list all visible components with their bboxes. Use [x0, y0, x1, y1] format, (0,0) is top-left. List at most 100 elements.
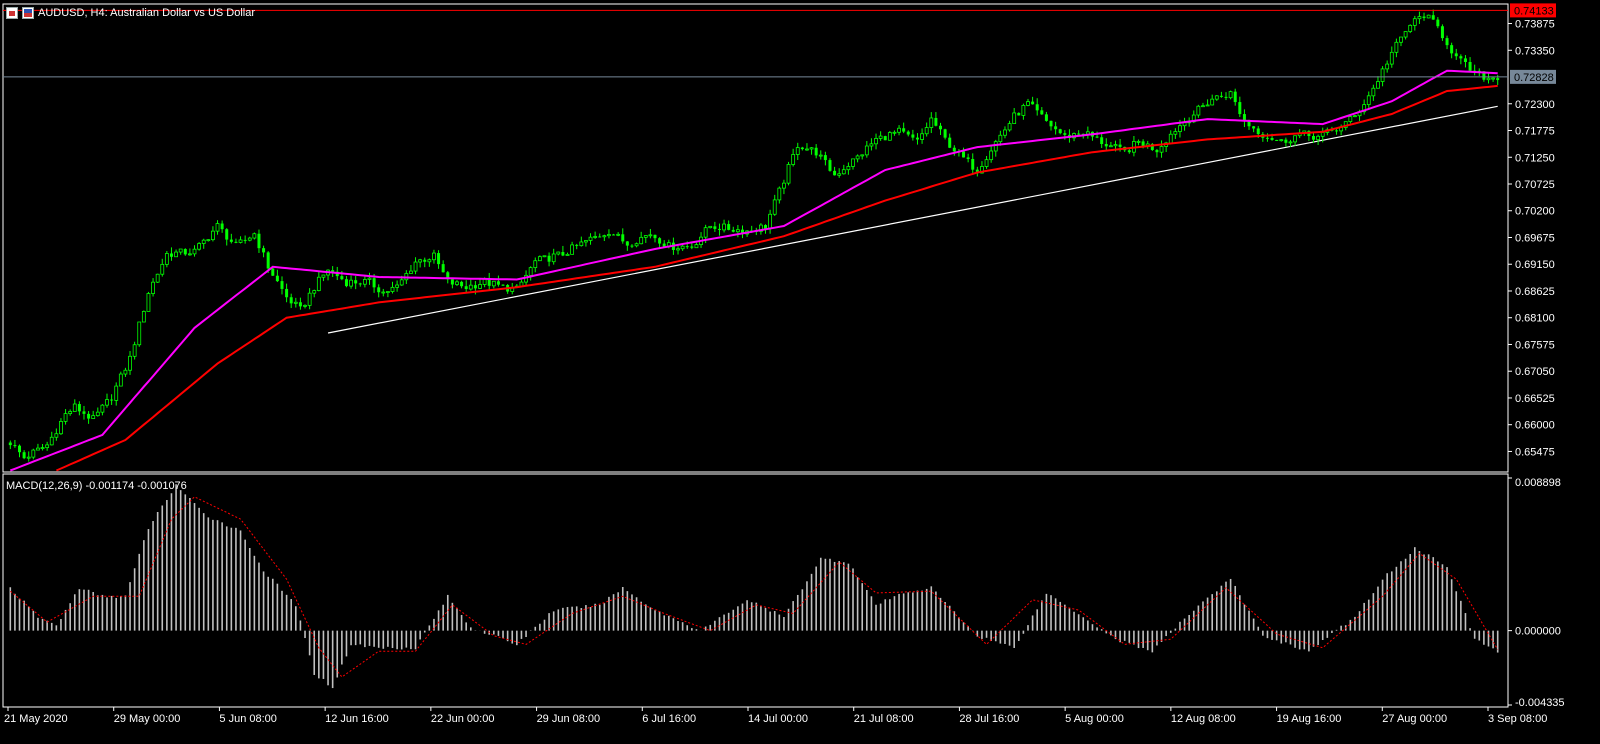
candle-body-bear	[547, 255, 551, 262]
candle-body-bull	[128, 355, 132, 371]
candle-body-bull	[708, 225, 713, 229]
candle-body-bull	[164, 253, 169, 265]
chart-window-icon[interactable]	[6, 7, 18, 19]
candle-body-bear	[621, 234, 625, 242]
candle-body-bear	[1035, 104, 1039, 111]
time-axis-label: 21 May 2020	[4, 713, 68, 725]
candle-body-bear	[1496, 78, 1500, 81]
candle-body-bear	[1247, 121, 1251, 127]
candle-body-bear	[243, 239, 247, 241]
candle-body-bull	[1403, 31, 1408, 38]
candle-body-bull	[478, 284, 482, 289]
candle-body-bull	[54, 433, 59, 438]
candle-body-bull	[114, 385, 119, 401]
candle-body-bull	[1385, 63, 1390, 70]
candle-body-bull	[206, 239, 211, 242]
candle-body-bear	[1270, 137, 1274, 140]
candle-body-bear	[87, 413, 91, 419]
candle[interactable]	[252, 232, 257, 240]
price-axis-label: 0.69150	[1515, 259, 1555, 271]
candle-body-bear	[1275, 139, 1279, 141]
candle[interactable]	[887, 131, 892, 141]
candle[interactable]	[1408, 24, 1413, 34]
candle[interactable]	[1426, 14, 1431, 19]
candle-body-bull	[1316, 135, 1321, 141]
candle[interactable]	[146, 291, 151, 312]
candle-body-bear	[653, 234, 657, 239]
candle-body-bear	[1155, 149, 1159, 153]
candle-body-bear	[902, 128, 906, 132]
candle-body-bull	[795, 147, 800, 155]
time-axis-label: 5 Aug 00:00	[1065, 713, 1124, 725]
candle[interactable]	[137, 321, 142, 347]
candle[interactable]	[155, 273, 160, 283]
candle[interactable]	[1275, 139, 1279, 141]
price-axis-label: 0.68100	[1515, 313, 1555, 325]
chart-canvas[interactable]: 0.73875 0.73350 0.72300 0.71775 0.71250 0.707…	[0, 0, 1600, 744]
candle-body-bull	[36, 447, 40, 451]
time-axis-label: 5 Jun 08:00	[219, 713, 277, 725]
price-axis-label: 0.67575	[1515, 339, 1555, 351]
candle-body-bull	[1348, 116, 1353, 123]
candle[interactable]	[828, 158, 832, 172]
candle-body-bull	[1201, 105, 1205, 108]
candle-body-bear	[18, 445, 22, 453]
candle-body-bull	[26, 456, 31, 459]
candle-body-bull	[1178, 125, 1182, 132]
candle-body-bear	[377, 287, 381, 293]
candle-body-bull	[132, 344, 137, 357]
candle-body-bear	[225, 229, 229, 240]
candle-body-bull	[851, 158, 855, 167]
candle-body-bear	[82, 411, 86, 414]
candle[interactable]	[542, 255, 547, 258]
candle[interactable]	[141, 310, 146, 323]
candle-body-bull	[49, 436, 54, 446]
candle[interactable]	[1150, 142, 1154, 151]
bid-price-tag-text: 0.72828	[1514, 72, 1554, 84]
candle-body-bear	[501, 284, 505, 286]
candle-body-bull	[570, 244, 575, 255]
price-axis-label: 0.72300	[1515, 99, 1555, 111]
candle-body-bull	[694, 244, 699, 249]
candle-body-bull	[1228, 91, 1233, 99]
candle-body-bear	[717, 228, 721, 230]
candle-body-bull	[1007, 123, 1012, 131]
candle-body-bull	[105, 399, 109, 406]
candle-body-bull	[303, 304, 307, 307]
candle-body-bull	[45, 444, 50, 448]
candle[interactable]	[883, 135, 887, 141]
candle-body-bear	[460, 281, 464, 287]
candle-body-bull	[1394, 41, 1399, 53]
candle[interactable]	[786, 161, 791, 186]
price-axis-label: 0.70725	[1515, 179, 1555, 191]
indicator-axis-label: -0.004335	[1515, 697, 1565, 709]
candle-body-bear	[358, 283, 362, 285]
candle-body-bear	[437, 253, 441, 265]
candle-body-bull	[390, 286, 395, 292]
candle-body-bull	[468, 284, 473, 290]
candle-body-bear	[939, 125, 942, 130]
candle-body-bull	[1173, 131, 1178, 135]
candle-body-bear	[77, 404, 81, 412]
candle-body-bull	[805, 148, 809, 151]
currency-flag-icon	[22, 7, 34, 19]
candle-body-bull	[924, 127, 929, 135]
candle-body-bull	[155, 273, 160, 283]
candle-body-bull	[782, 182, 786, 189]
candle[interactable]	[118, 371, 123, 387]
candle-body-bull	[211, 230, 215, 241]
candle-body-bear	[234, 241, 238, 243]
candle-body-bear	[1100, 137, 1104, 144]
candle-body-bull	[1012, 112, 1017, 125]
candle-body-bull	[123, 369, 128, 375]
candle[interactable]	[1228, 90, 1233, 100]
macd-indicator-label: MACD(12,26,9) -0.001174 -0.001076	[6, 480, 187, 492]
candle-body-bull	[141, 311, 146, 323]
candle-body-bear	[280, 281, 284, 289]
candle[interactable]	[197, 242, 202, 251]
candle-body-bear	[598, 236, 602, 238]
candle-body-bull	[247, 237, 252, 241]
candle-body-bull	[1408, 24, 1413, 32]
candle-body-bear	[1284, 139, 1288, 143]
price-axis-label: 0.73350	[1515, 45, 1555, 57]
